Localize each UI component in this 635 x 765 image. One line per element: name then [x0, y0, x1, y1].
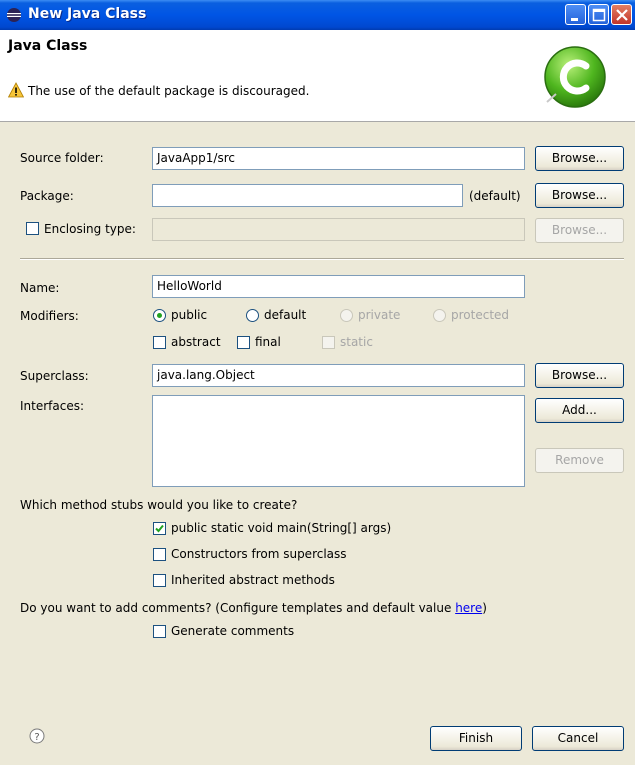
close-button[interactable] [611, 4, 632, 25]
superclass-browse-button[interactable]: Browse... [535, 363, 624, 388]
modifier-public-radio[interactable] [153, 309, 166, 322]
separator [20, 258, 624, 260]
minimize-icon [571, 18, 578, 21]
warning-icon [8, 82, 24, 98]
package-browse-button[interactable]: Browse... [535, 183, 624, 208]
modifiers-label: Modifiers: [20, 309, 79, 323]
modifier-protected-radio[interactable] [433, 309, 446, 322]
stub-constructors-label: Constructors from superclass [171, 547, 347, 561]
banner-message: The use of the default package is discou… [28, 84, 310, 98]
maximize-button[interactable] [588, 4, 609, 25]
modifier-abstract-label: abstract [171, 335, 221, 349]
method-stubs-question: Which method stubs would you like to cre… [20, 498, 298, 512]
checkmark-icon [155, 524, 164, 533]
source-folder-field[interactable]: JavaApp1/src [152, 147, 525, 170]
enclosing-type-label: Enclosing type: [44, 222, 136, 236]
superclass-field[interactable]: java.lang.Object [152, 364, 525, 387]
window-title: New Java Class [28, 6, 147, 22]
package-default-label: (default) [469, 189, 521, 203]
comments-question-end: ) [482, 601, 487, 615]
stub-inherited-label: Inherited abstract methods [171, 573, 335, 587]
modifier-default-label: default [264, 308, 307, 322]
modifier-default-radio[interactable] [246, 309, 259, 322]
minimize-button[interactable] [565, 4, 586, 25]
stub-inherited-checkbox[interactable] [153, 574, 166, 587]
comments-question-text: Do you want to add comments? (Configure … [20, 601, 456, 615]
name-field[interactable]: HelloWorld [152, 275, 525, 298]
generate-comments-label: Generate comments [171, 624, 295, 638]
modifier-static-checkbox[interactable] [322, 336, 335, 349]
maximize-icon [592, 8, 606, 22]
finish-button[interactable]: Finish [430, 726, 522, 751]
enclosing-type-field[interactable] [152, 218, 525, 241]
interfaces-list[interactable] [152, 395, 525, 487]
modifier-protected-label: protected [451, 308, 510, 322]
source-folder-browse-button[interactable]: Browse... [535, 146, 624, 171]
help-icon[interactable]: ? [29, 728, 45, 744]
interfaces-remove-button[interactable]: Remove [535, 448, 624, 473]
interfaces-add-button[interactable]: Add... [535, 398, 624, 423]
svg-text:?: ? [34, 732, 39, 743]
wizard-banner: Java Class The use of the default packag… [0, 30, 635, 122]
generate-comments-checkbox[interactable] [153, 625, 166, 638]
configure-templates-link[interactable]: here [455, 601, 482, 615]
modifier-private-radio[interactable] [340, 309, 353, 322]
package-label: Package: [20, 189, 74, 203]
modifier-abstract-checkbox[interactable] [153, 336, 166, 349]
new-java-class-dialog: New Java Class Java Class The use of the… [0, 0, 635, 765]
close-icon [616, 9, 628, 21]
package-field[interactable] [152, 184, 463, 207]
cancel-button[interactable]: Cancel [532, 726, 624, 751]
title-bar[interactable]: New Java Class [0, 0, 635, 30]
new-class-wizard-icon [544, 46, 606, 108]
stub-constructors-checkbox[interactable] [153, 548, 166, 561]
eclipse-icon [7, 8, 21, 22]
source-folder-label: Source folder: [20, 151, 104, 165]
modifier-private-label: private [358, 308, 401, 322]
banner-title: Java Class [8, 38, 88, 54]
modifier-final-label: final [255, 335, 281, 349]
modifier-public-label: public [171, 308, 208, 322]
enclosing-type-checkbox[interactable] [26, 222, 39, 235]
modifier-static-label: static [340, 335, 373, 349]
superclass-label: Superclass: [20, 369, 89, 383]
interfaces-label: Interfaces: [20, 399, 85, 413]
stub-main-label: public static void main(String[] args) [171, 521, 392, 535]
stub-main-checkbox[interactable] [153, 522, 166, 535]
modifier-final-checkbox[interactable] [237, 336, 250, 349]
name-label: Name: [20, 281, 60, 295]
enclosing-type-browse-button[interactable]: Browse... [535, 218, 624, 243]
comments-question: Do you want to add comments? (Configure … [20, 601, 487, 615]
